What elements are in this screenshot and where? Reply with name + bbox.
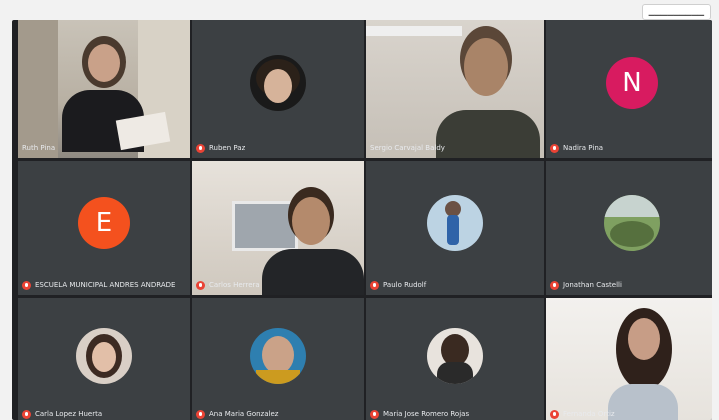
mic-muted-icon	[196, 409, 205, 419]
participant-name-bar: Maria Jose Romero Rojas	[370, 408, 540, 420]
participant-name: Ana Maria Gonzalez	[209, 410, 279, 418]
participant-tile[interactable]: Fernanda Ortiz	[546, 298, 712, 420]
participant-tile[interactable]: Ruben Paz	[192, 20, 364, 158]
participant-avatar	[250, 327, 306, 384]
participant-name-bar: Carlos Herrera	[196, 279, 360, 291]
top-right-chip: ▁▁▁▁▁▁▁▁▁	[641, 4, 711, 20]
participant-name: ESCUELA MUNICIPAL ANDRES ANDRADE	[35, 281, 176, 289]
participant-name: Ruben Paz	[209, 144, 246, 152]
participant-name-bar: Jonathan Castelli	[550, 279, 712, 291]
participant-tile[interactable]: N Nadira Pina	[546, 20, 712, 158]
meeting-stage: Ruth Pina Ruben Paz Sergio Carvajal Bald…	[12, 20, 712, 420]
mic-muted-icon	[22, 280, 31, 290]
participant-name-bar: Sergio Carvajal Baldy	[370, 142, 540, 154]
participant-name-bar: Ruth Pina	[22, 142, 186, 154]
mic-muted-icon	[196, 280, 205, 290]
participant-name: Fernanda Ortiz	[563, 410, 615, 418]
participant-name-bar: Ruben Paz	[196, 142, 360, 154]
participant-tile[interactable]: Ruth Pina	[18, 20, 190, 158]
participant-name-bar: Nadira Pina	[550, 142, 712, 154]
participant-tile[interactable]: Carla Lopez Huerta	[18, 298, 190, 420]
participant-tile[interactable]: Paulo Rudolf	[366, 161, 544, 295]
participant-name: Maria Jose Romero Rojas	[383, 410, 470, 418]
participant-name-bar: Fernanda Ortiz	[550, 408, 712, 420]
participant-avatar: N	[606, 57, 658, 110]
mic-muted-icon	[550, 143, 559, 153]
participant-name-bar: Ana Maria Gonzalez	[196, 408, 360, 420]
mic-muted-icon	[22, 409, 31, 419]
mic-muted-icon	[550, 409, 559, 419]
participant-avatar	[427, 327, 483, 384]
participant-video	[192, 161, 364, 295]
mic-muted-icon	[196, 143, 205, 153]
participant-avatar	[76, 327, 132, 384]
mic-muted-icon	[370, 409, 379, 419]
participant-grid: Ruth Pina Ruben Paz Sergio Carvajal Bald…	[12, 20, 712, 420]
participant-name: Carla Lopez Huerta	[35, 410, 103, 418]
participant-tile[interactable]: Carlos Herrera	[192, 161, 364, 295]
participant-tile[interactable]: Jonathan Castelli	[546, 161, 712, 295]
participant-avatar: E	[78, 196, 130, 249]
participant-tile[interactable]: E ESCUELA MUNICIPAL ANDRES ANDRADE	[18, 161, 190, 295]
participant-name: Jonathan Castelli	[563, 281, 622, 289]
participant-video	[18, 20, 190, 158]
participant-name: Sergio Carvajal Baldy	[370, 144, 445, 152]
participant-name-bar: Paulo Rudolf	[370, 279, 540, 291]
participant-video	[546, 298, 712, 420]
participant-tile[interactable]: Ana Maria Gonzalez	[192, 298, 364, 420]
participant-name-bar: ESCUELA MUNICIPAL ANDRES ANDRADE	[22, 279, 186, 291]
participant-avatar	[604, 194, 660, 251]
participant-name: Ruth Pina	[22, 144, 56, 152]
participant-tile[interactable]: Maria Jose Romero Rojas	[366, 298, 544, 420]
participant-name-bar: Carla Lopez Huerta	[22, 408, 186, 420]
participant-tile[interactable]: Sergio Carvajal Baldy	[366, 20, 544, 158]
participant-name: Paulo Rudolf	[383, 281, 427, 289]
participant-avatar	[427, 194, 483, 251]
mic-muted-icon	[370, 280, 379, 290]
mic-muted-icon	[550, 280, 559, 290]
participant-name: Carlos Herrera	[209, 281, 260, 289]
participant-name: Nadira Pina	[563, 144, 604, 152]
participant-video	[366, 20, 544, 158]
participant-avatar	[250, 55, 306, 112]
